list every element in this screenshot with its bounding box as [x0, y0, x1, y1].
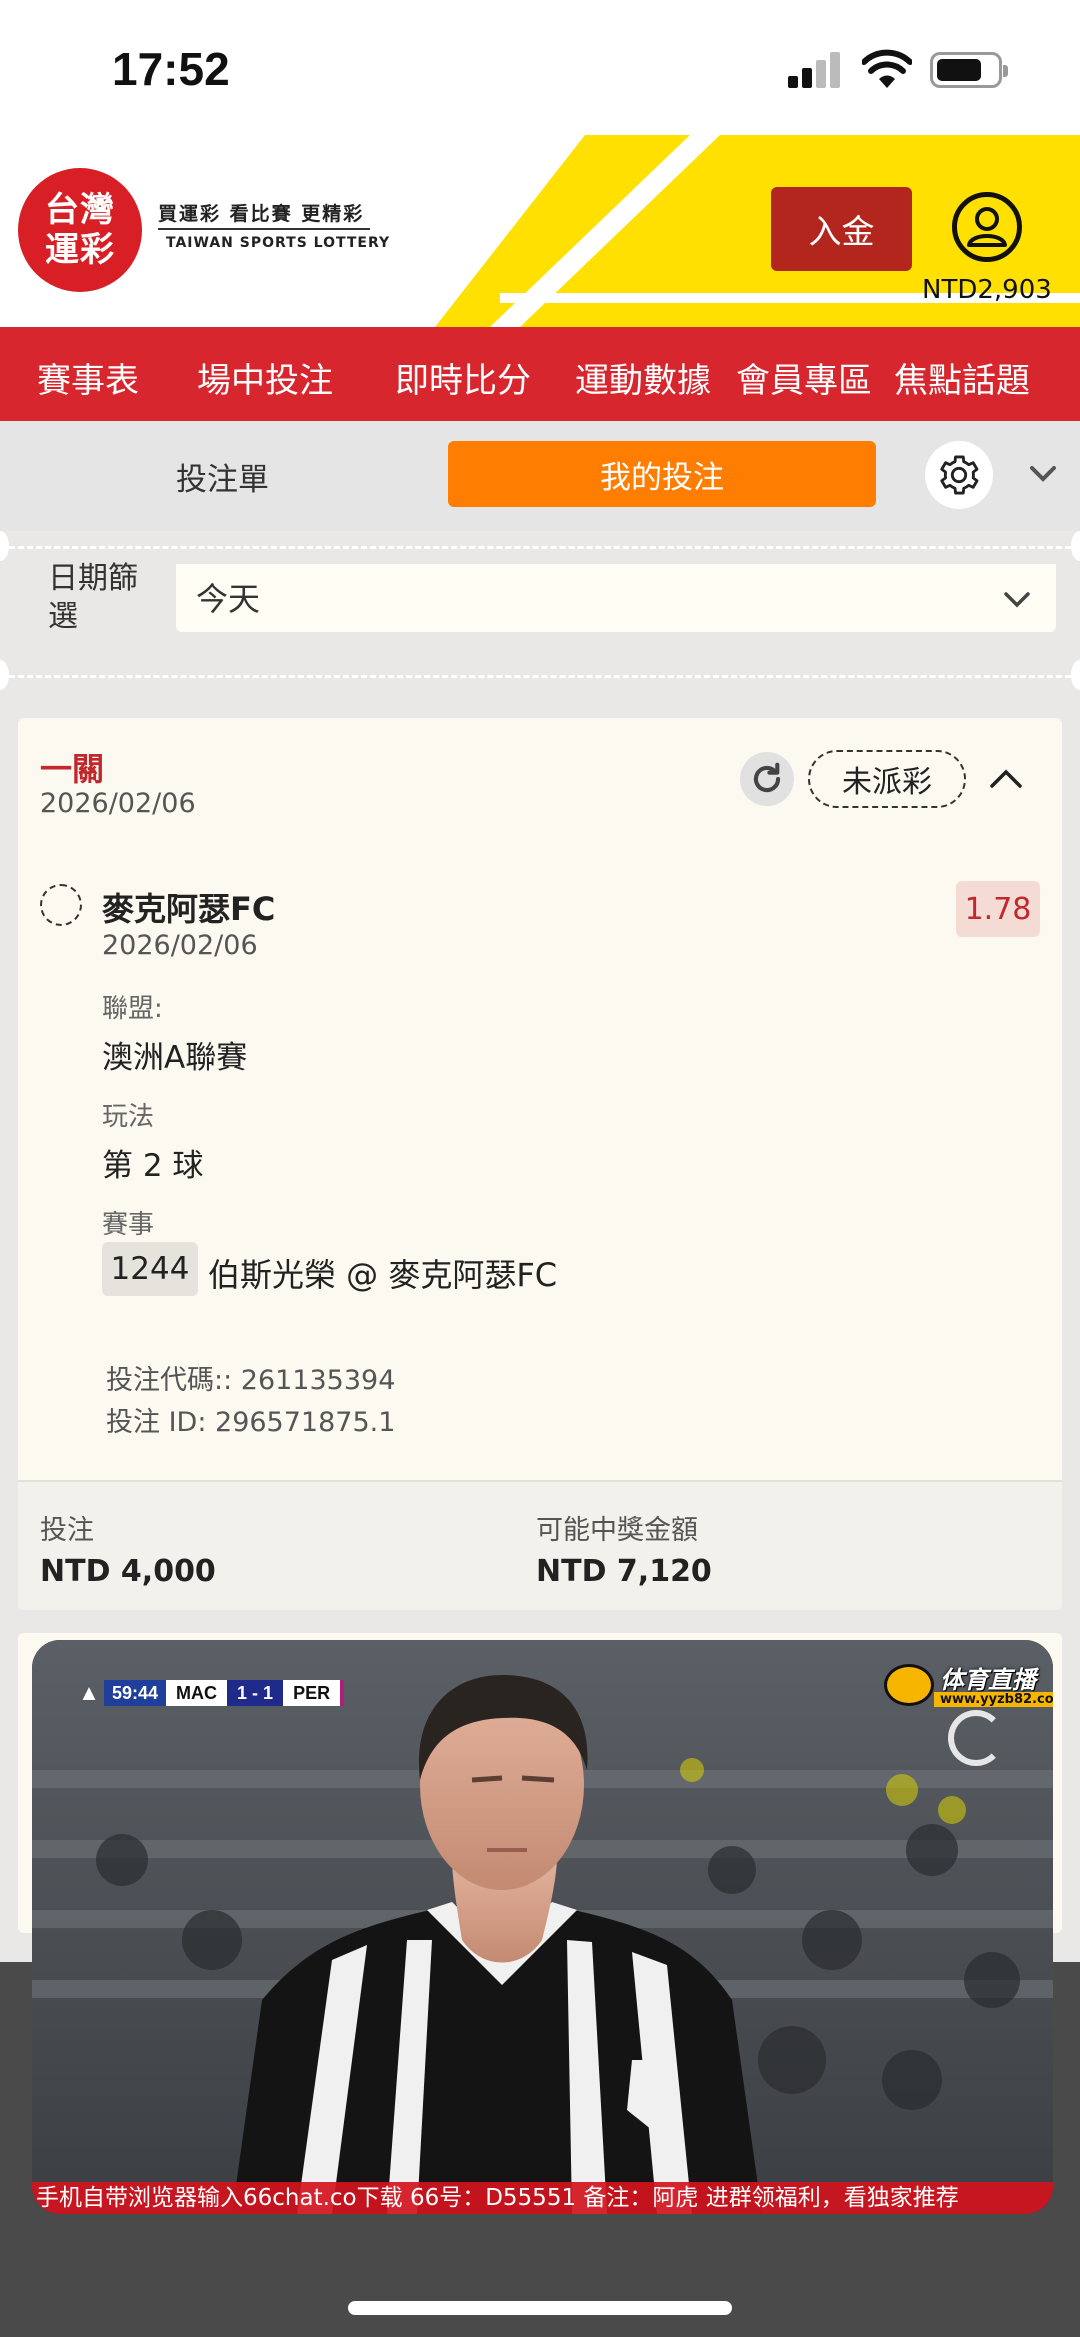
dashed-separator [0, 546, 1080, 549]
betslip-bar: 投注單 我的投注 [0, 421, 1080, 531]
status-time: 17:52 [112, 43, 230, 95]
watermark-url: www.yyzb82.com [934, 1692, 1053, 1707]
status-badge: 未派彩 [808, 750, 966, 808]
taiwan-sports-lottery-logo[interactable]: 台灣 運彩 [18, 168, 142, 292]
logo-english-name: TAIWAN SPORTS LOTTERY [166, 235, 391, 251]
match-scoreboard: ▲ 59:44 MAC 1 - 1 PER [74, 1680, 345, 1706]
refresh-icon [753, 762, 781, 793]
wifi-icon [862, 49, 912, 88]
stream-watermark: 体育直播 www.yyzb82.com [884, 1660, 1053, 1712]
separator-notch [0, 660, 9, 690]
home-team-code: MAC [166, 1680, 228, 1706]
league-logo-icon: ▲ [78, 1680, 100, 1705]
deposit-button[interactable]: 入金 [771, 187, 912, 271]
nav-item-live-scores[interactable]: 即時比分 [395, 353, 531, 402]
separator-notch [0, 531, 9, 561]
user-account-icon[interactable] [952, 192, 1022, 262]
chevron-up-icon[interactable] [986, 762, 1026, 792]
tab-betslip[interactable]: 投注單 [176, 454, 269, 499]
date-filter-label: 日期篩選 [48, 561, 138, 628]
event-label: 賽事 [102, 1210, 155, 1240]
stake-value: NTD 4,000 [40, 1554, 216, 1589]
selection-odds: 1.78 [956, 881, 1040, 937]
site-header: 台灣 運彩 買運彩 看比賽 更精彩 TAIWAN SPORTS LOTTERY … [0, 135, 1080, 327]
market-label: 玩法 [102, 1102, 155, 1132]
live-stream-player[interactable]: ▲ 59:44 MAC 1 - 1 PER 体育直播 www.yyzb82.co… [32, 1640, 1053, 2214]
bet-code: 投注代碼:: 261135394 [106, 1365, 396, 1396]
logo-divider [158, 228, 370, 230]
selection-name: 麥克阿瑟FC [102, 890, 276, 928]
payout-value: NTD 7,120 [536, 1554, 712, 1589]
separator-notch [1071, 531, 1080, 561]
date-filter-value: 今天 [196, 580, 261, 618]
stream-ticker: 手机自带浏览器输入66chat.co下载 66号：D55551 备注：阿虎 进群… [32, 2182, 1053, 2214]
status-bar: 17:52 [0, 0, 1080, 135]
payout-label: 可能中獎金額 [536, 1515, 698, 1546]
event-number: 1244 [102, 1242, 198, 1296]
bet-summary: 投注 NTD 4,000 可能中獎金額 NTD 7,120 [18, 1482, 1062, 1610]
stream-frame [32, 1640, 1053, 2214]
nav-item-schedule[interactable]: 賽事表 [37, 353, 139, 402]
account-balance: NTD2,903 [922, 275, 1052, 305]
battery-icon [930, 52, 1008, 88]
bet-date: 2026/02/06 [40, 788, 196, 819]
date-filter-row: 日期篩選 今天 [0, 560, 1080, 645]
gear-icon [940, 455, 979, 495]
watermark-logo-icon [884, 1664, 934, 1706]
loading-spinner-icon [948, 1710, 1004, 1766]
away-team-code: PER [283, 1680, 345, 1706]
logo-slogan: 買運彩 看比賽 更精彩 [158, 203, 365, 225]
nav-item-hot-topics[interactable]: 焦點話題 [894, 353, 1030, 402]
bet-card: 一關 2026/02/06 未派彩 麥克阿瑟FC 2026/02/06 1.78… [18, 718, 1062, 1610]
home-indicator[interactable] [348, 2301, 732, 2315]
league-value: 澳洲A聯賽 [102, 1040, 248, 1076]
match-clock: 59:44 [104, 1680, 167, 1706]
bet-id: 投注 ID: 296571875.1 [106, 1407, 396, 1438]
date-filter-select[interactable]: 今天 [176, 564, 1056, 632]
main-nav: 賽事表 場中投注 即時比分 運動數據 會員專區 焦點話題 [0, 327, 1080, 421]
market-value: 第 2 球 [102, 1148, 204, 1184]
nav-item-live-betting[interactable]: 場中投注 [197, 353, 333, 402]
stake-label: 投注 [40, 1515, 94, 1546]
match-score: 1 - 1 [227, 1680, 284, 1706]
selection-status-icon [40, 884, 82, 926]
selection-date: 2026/02/06 [102, 930, 258, 961]
watermark-title: 体育直播 [940, 1666, 1036, 1694]
cellular-signal-icon [788, 52, 844, 88]
settings-button[interactable] [925, 441, 993, 509]
bet-type: 一關 [40, 750, 105, 788]
league-label: 聯盟: [102, 994, 163, 1024]
nav-item-sports-stats[interactable]: 運動數據 [575, 353, 711, 402]
tab-my-bets[interactable]: 我的投注 [448, 441, 876, 507]
header-decoration [435, 135, 1080, 327]
separator-notch [1071, 660, 1080, 690]
nav-item-member-area[interactable]: 會員專區 [736, 353, 872, 402]
event-name: 伯斯光榮 @ 麥克阿瑟FC [208, 1256, 558, 1294]
dashed-separator [0, 675, 1080, 678]
refresh-button[interactable] [740, 752, 794, 806]
chevron-down-icon [1004, 592, 1030, 608]
chevron-down-icon[interactable] [1028, 459, 1058, 489]
